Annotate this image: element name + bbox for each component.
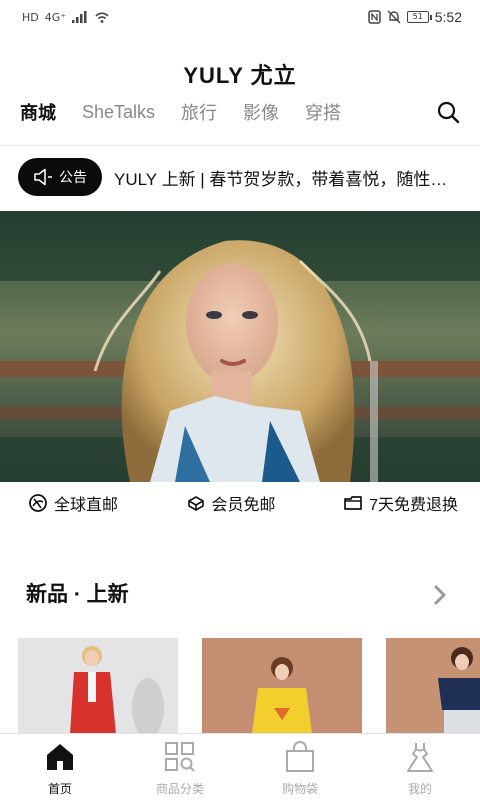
- nav-divider: [0, 145, 480, 146]
- gift-icon: [187, 496, 204, 511]
- product-image: [18, 638, 178, 734]
- status-bar: HD 4G⁺ 51 5:52: [0, 0, 480, 34]
- product-card[interactable]: [202, 638, 362, 734]
- bottom-nav-label: 购物袋: [281, 782, 318, 796]
- service-strip: 全球直邮 会员免邮 7天免费退换: [0, 482, 480, 524]
- home-icon: [47, 744, 73, 770]
- section-title: 新品 · 上新: [26, 583, 129, 606]
- tab-mall[interactable]: 商城: [20, 99, 56, 125]
- bottom-nav-home[interactable]: 首页: [0, 734, 120, 800]
- nfc-icon: [368, 10, 381, 24]
- service-label: 7天免费退换: [369, 497, 458, 514]
- speaker-icon: [34, 168, 52, 186]
- bottom-nav-label: 商品分类: [155, 782, 204, 796]
- app-title: YULY 尤立: [183, 63, 297, 88]
- hero-banner[interactable]: [0, 211, 480, 482]
- top-nav-tabs: 商城 SheTalks 旅行 影像 穿搭: [20, 96, 460, 128]
- bottom-nav: 首页 商品分类 购物袋 我的: [0, 733, 480, 800]
- product-image: [202, 638, 362, 734]
- box-icon: [344, 496, 362, 510]
- search-icon[interactable]: [436, 100, 460, 124]
- tab-shetalks[interactable]: SheTalks: [82, 102, 155, 123]
- bottom-nav-bag[interactable]: 购物袋: [240, 734, 360, 800]
- battery-indicator: 51: [406, 11, 432, 23]
- product-image: [386, 638, 480, 734]
- announcement-badge-label: 公告: [59, 170, 87, 186]
- announcement-badge: 公告: [18, 158, 102, 196]
- hd-indicator: HD: [22, 10, 39, 24]
- product-card[interactable]: [386, 638, 480, 734]
- tab-outfit[interactable]: 穿搭: [305, 99, 341, 125]
- service-global-shipping: 全球直邮: [28, 491, 118, 515]
- announcement-text[interactable]: YULY 上新 | 春节贺岁款，带着喜悦，随性…: [114, 165, 454, 190]
- status-left: HD 4G⁺: [22, 11, 110, 24]
- bottom-nav-category[interactable]: 商品分类: [120, 734, 240, 800]
- bag-icon: [286, 741, 314, 772]
- globe-icon: [29, 494, 47, 512]
- bottom-nav-label: 首页: [47, 782, 72, 796]
- service-label: 会员免邮: [211, 497, 276, 514]
- tab-travel[interactable]: 旅行: [181, 99, 217, 125]
- network-indicator: 4G⁺: [44, 10, 67, 24]
- product-carousel: [0, 638, 480, 734]
- mute-icon: [387, 10, 401, 24]
- category-icon: [165, 742, 195, 772]
- signal-icon: [72, 11, 87, 23]
- status-right: 51 5:52: [368, 9, 462, 25]
- bottom-nav-profile[interactable]: 我的: [360, 734, 480, 800]
- tab-image[interactable]: 影像: [243, 99, 279, 125]
- hero-image: [0, 211, 480, 482]
- chevron-right-icon[interactable]: [432, 584, 448, 606]
- announcement-bar[interactable]: 公告 YULY 上新 | 春节贺岁款，带着喜悦，随性…: [18, 158, 468, 196]
- service-free-returns: 7天免费退换: [343, 491, 458, 515]
- wifi-icon: [95, 12, 109, 23]
- product-card[interactable]: [18, 638, 178, 734]
- service-label: 全球直邮: [54, 497, 119, 514]
- dress-icon: [407, 743, 433, 772]
- service-free-shipping: 会员免邮: [186, 491, 276, 515]
- clock: 5:52: [434, 9, 462, 25]
- bottom-nav-label: 我的: [407, 782, 432, 796]
